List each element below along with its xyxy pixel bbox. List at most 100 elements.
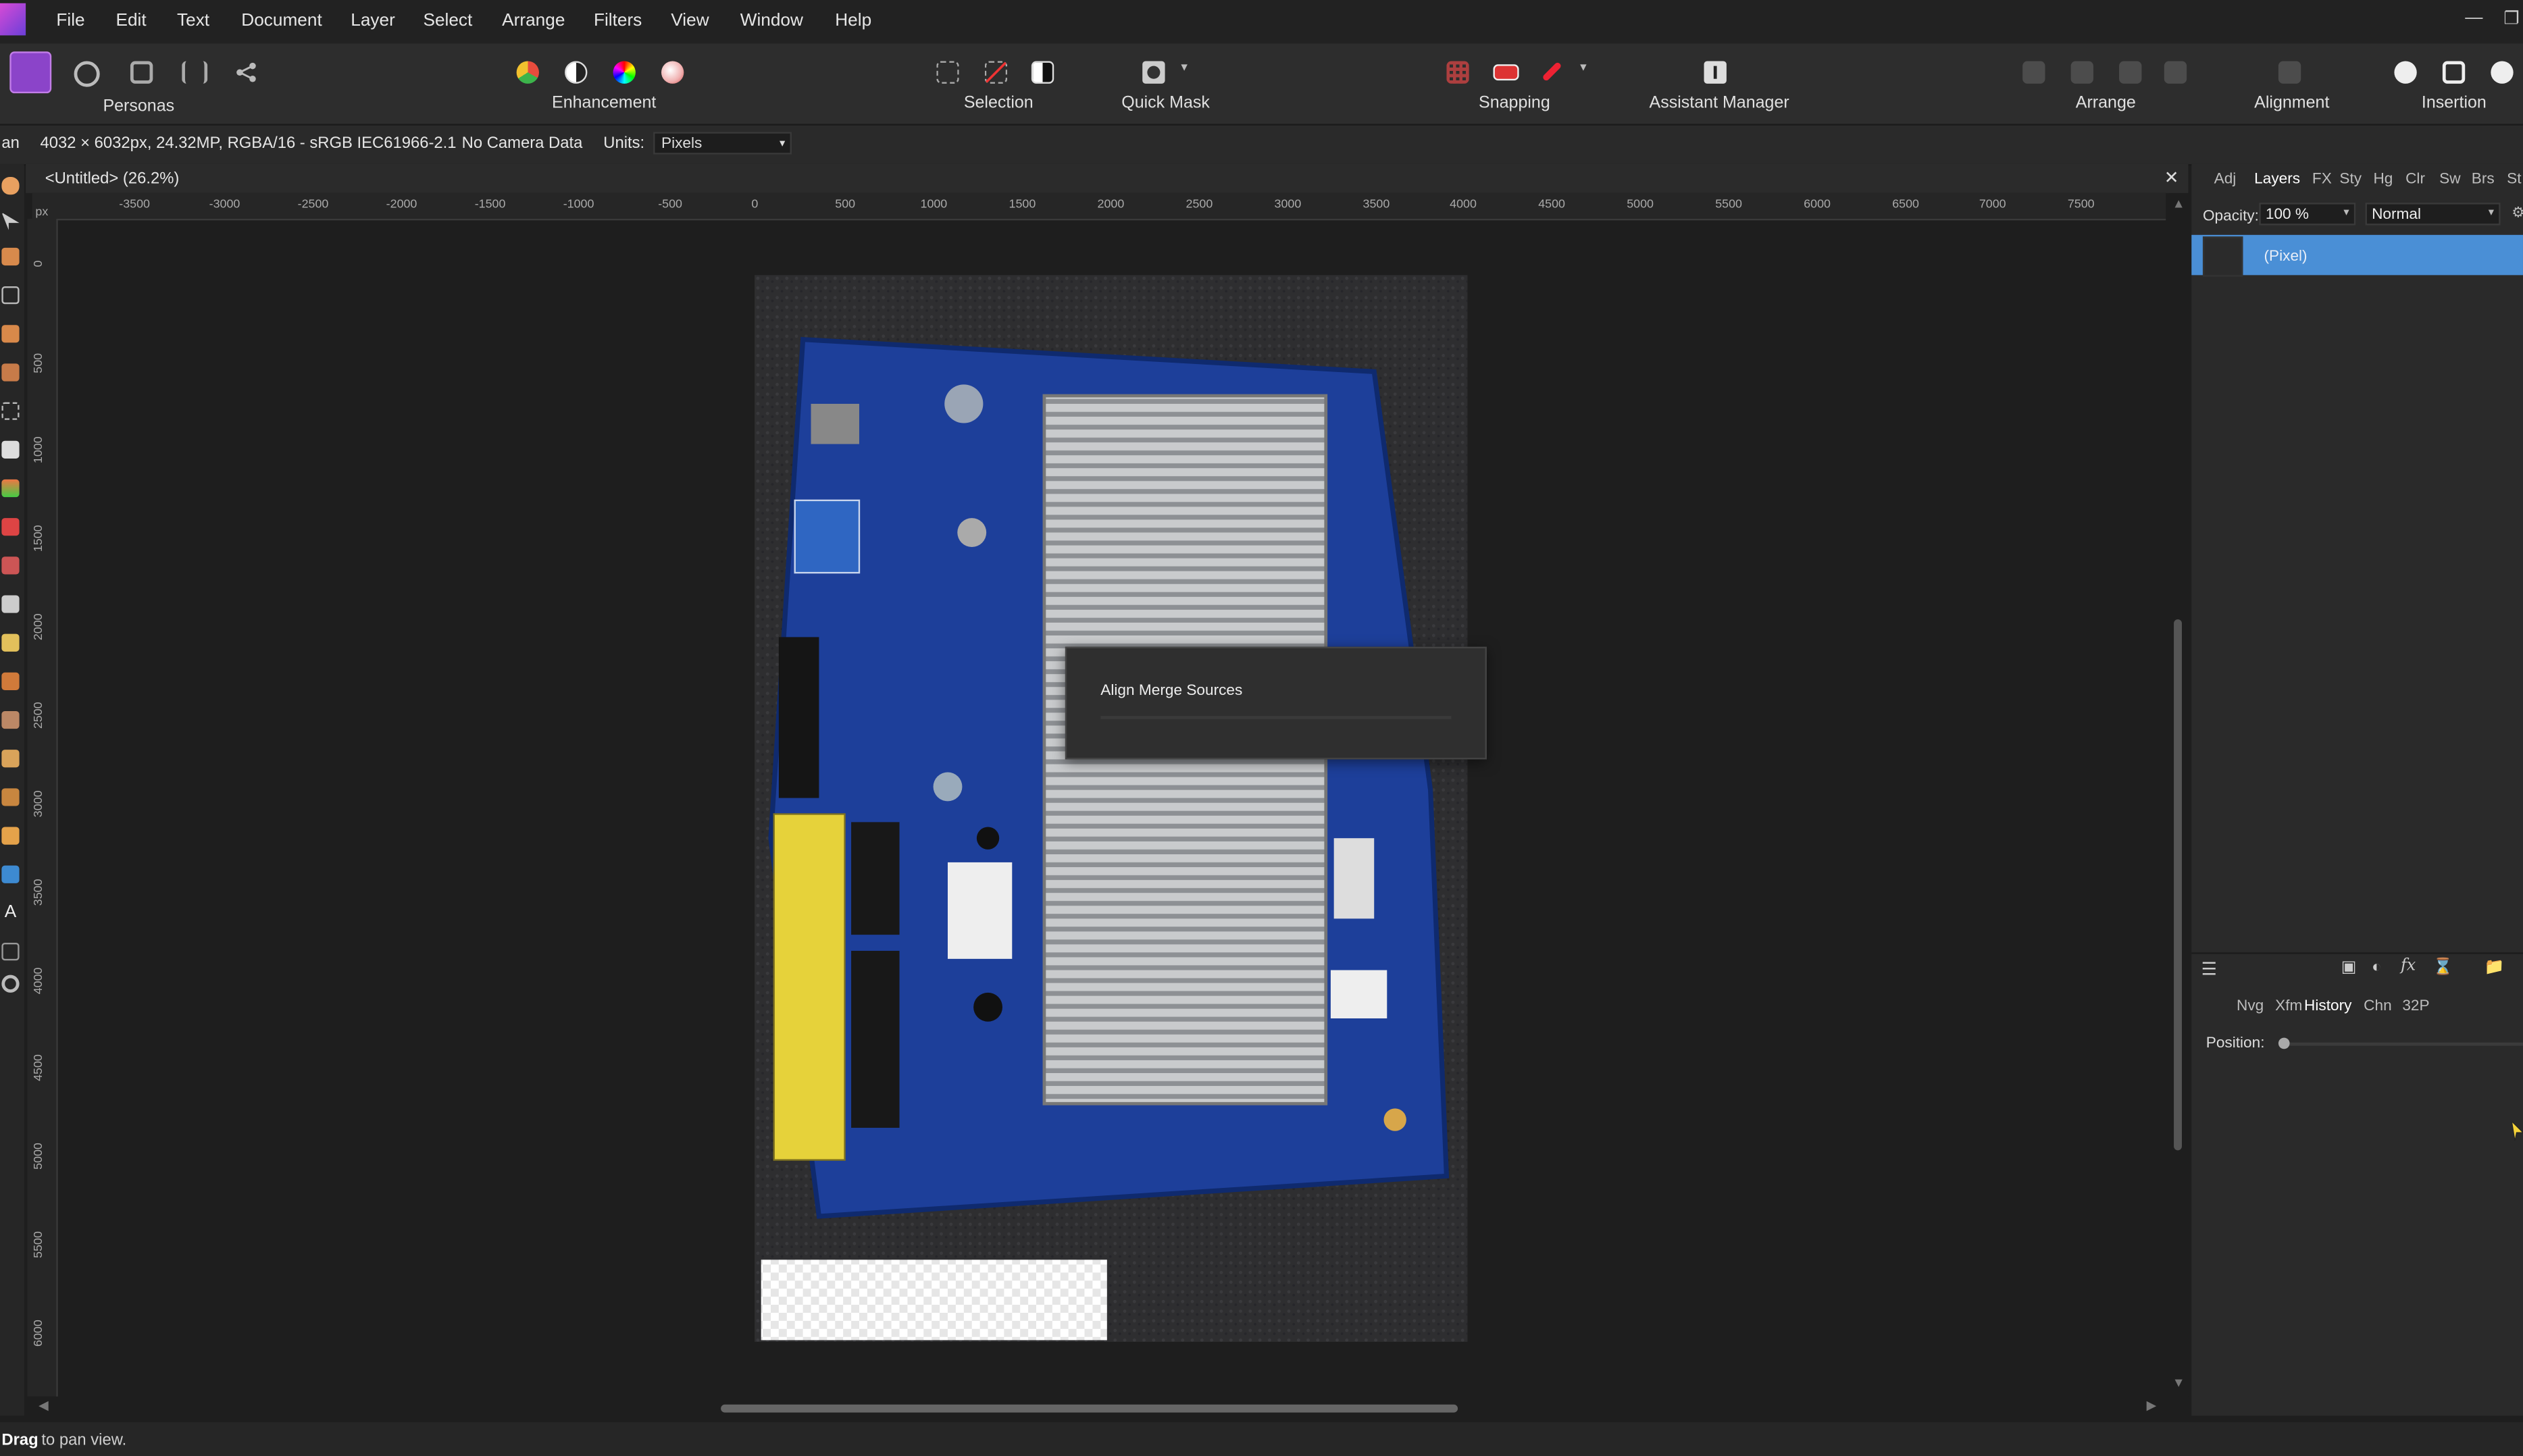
mask-layer-icon[interactable]: ▣ — [2341, 959, 2357, 977]
flood-select-tool-icon[interactable] — [1, 363, 20, 382]
quick-mask-dropdown-icon[interactable]: ▾ — [1181, 59, 1188, 74]
dodge-brush-tool-icon[interactable] — [1, 633, 20, 652]
tab-swatches[interactable]: Sw — [2439, 171, 2460, 188]
tab-layers[interactable]: Layers — [2254, 171, 2300, 188]
move-back-one-icon[interactable] — [2070, 61, 2093, 84]
photo-persona-icon[interactable] — [9, 51, 52, 94]
add-group-icon[interactable]: 📁 — [2484, 959, 2505, 977]
menu-view[interactable]: View — [671, 11, 709, 31]
crop-tool-icon[interactable] — [1, 286, 20, 305]
adjustment-layer-icon[interactable]: ◐ — [2372, 959, 2381, 977]
restore-icon[interactable]: ❐ — [2503, 8, 2520, 29]
tab-histogram[interactable]: Hg — [2373, 171, 2393, 188]
invert-pixel-selection-icon[interactable] — [1031, 61, 1054, 84]
export-persona-icon[interactable] — [235, 61, 257, 84]
menu-arrange[interactable]: Arrange — [502, 11, 565, 31]
zoom-tool-icon[interactable] — [1, 974, 20, 993]
shape-tool-icon[interactable] — [1, 865, 20, 883]
units-select[interactable]: Pixels ▾ — [653, 132, 792, 155]
vertical-scrollbar[interactable]: ▲ ▼ — [2168, 192, 2189, 1397]
scroll-left-icon[interactable]: ◀ — [39, 1398, 49, 1412]
blend-mode-select[interactable]: Normal ▾ — [2365, 203, 2501, 226]
flood-fill-tool-icon[interactable] — [1, 440, 20, 459]
move-tool-icon[interactable] — [1, 212, 20, 230]
horizontal-scrollbar[interactable]: ◀ ▶ — [39, 1398, 2166, 1416]
hand-tool-icon[interactable] — [1, 177, 20, 195]
live-filter-icon[interactable]: ⌛ — [2433, 959, 2453, 977]
tab-history[interactable]: History — [2304, 997, 2351, 1015]
vertical-ruler[interactable]: 0 500 1000 1500 2000 2500 3000 3500 4000… — [27, 218, 58, 1397]
paint-brush-tool-icon[interactable] — [1, 518, 20, 536]
tab-transform[interactable]: Xfm — [2275, 997, 2302, 1015]
menu-layer[interactable]: Layer — [351, 11, 395, 31]
tab-channels[interactable]: Chn — [2364, 997, 2392, 1015]
marquee-tool-icon[interactable] — [1, 402, 20, 420]
fx-icon[interactable]: fx — [2401, 957, 2416, 974]
tab-effects[interactable]: FX — [2312, 171, 2332, 188]
horizontal-ruler[interactable]: px -3500 -3000 -2500 -2000 -1500 -1000 -… — [32, 192, 2166, 221]
tab-color[interactable]: Clr — [2405, 171, 2425, 188]
clone-brush-tool-icon[interactable] — [1, 672, 20, 691]
menu-filters[interactable]: Filters — [594, 11, 642, 31]
insert-inside-icon[interactable] — [2491, 61, 2514, 84]
gear-icon[interactable]: ⚙ — [2512, 205, 2523, 222]
liquify-persona-icon[interactable] — [74, 61, 100, 87]
develop-persona-icon[interactable] — [130, 61, 153, 84]
scroll-down-icon[interactable]: ▼ — [2172, 1376, 2185, 1390]
menu-text[interactable]: Text — [177, 11, 209, 31]
snapping-dropdown-icon[interactable]: ▾ — [1580, 59, 1587, 74]
menu-window[interactable]: Window — [740, 11, 803, 31]
layers-stack-icon[interactable]: ☰ — [2201, 959, 2218, 980]
move-forward-one-icon[interactable] — [2119, 61, 2142, 84]
smudge-brush-tool-icon[interactable] — [1, 750, 20, 768]
scroll-up-icon[interactable]: ▲ — [2172, 197, 2185, 211]
alignment-icon[interactable] — [2278, 61, 2301, 84]
history-position-slider[interactable] — [2278, 1037, 2523, 1049]
text-tool-icon[interactable]: A — [1, 904, 19, 922]
deselect-icon[interactable] — [984, 61, 1008, 84]
tab-styles[interactable]: Sty — [2339, 171, 2362, 188]
tab-adjustments[interactable]: Adj — [2214, 171, 2237, 188]
history-slider-handle[interactable] — [2278, 1037, 2290, 1049]
menu-select[interactable]: Select — [423, 11, 472, 31]
tab-stock[interactable]: St — [2507, 171, 2521, 188]
red-eye-tool-icon[interactable] — [1, 710, 20, 729]
assistant-manager-icon[interactable] — [1704, 61, 1727, 84]
move-to-back-icon[interactable] — [2022, 61, 2045, 84]
pen-tool-icon[interactable] — [1, 827, 20, 845]
snapping-grid-icon[interactable] — [1446, 61, 1469, 84]
snapping-margins-icon[interactable] — [1493, 64, 1519, 81]
document-canvas[interactable] — [57, 220, 2166, 1397]
auto-white-balance-icon[interactable] — [661, 61, 684, 84]
auto-levels-icon[interactable] — [516, 61, 539, 84]
menu-edit[interactable]: Edit — [116, 11, 147, 31]
tab-brushes[interactable]: Brs — [2472, 171, 2495, 188]
menu-help[interactable]: Help — [835, 11, 871, 31]
quick-mask-icon[interactable] — [1142, 61, 1165, 84]
opacity-select[interactable]: 100 % ▾ — [2259, 203, 2356, 226]
auto-contrast-icon[interactable] — [565, 61, 588, 84]
tone-mapping-persona-icon[interactable] — [182, 61, 208, 84]
mesh-warp-tool-icon[interactable] — [1, 943, 20, 961]
select-all-icon[interactable] — [936, 61, 959, 84]
color-picker-tool-icon[interactable] — [1, 247, 20, 266]
close-document-icon[interactable]: ✕ — [2164, 167, 2179, 188]
menu-file[interactable]: File — [56, 11, 84, 31]
gradient-tool-icon[interactable] — [1, 479, 20, 498]
menu-document[interactable]: Document — [241, 11, 322, 31]
insert-top-icon[interactable] — [2442, 61, 2466, 84]
horizontal-scroll-thumb[interactable] — [721, 1404, 1458, 1413]
sharpen-brush-tool-icon[interactable] — [1, 788, 20, 806]
color-replacement-tool-icon[interactable] — [1, 556, 20, 575]
minimize-icon[interactable]: — — [2465, 8, 2482, 28]
selection-brush-tool-icon[interactable] — [1, 325, 20, 343]
move-to-front-icon[interactable] — [2164, 61, 2187, 84]
tab-navigator[interactable]: Nvg — [2237, 997, 2264, 1015]
insert-behind-icon[interactable] — [2394, 61, 2417, 84]
scroll-right-icon[interactable]: ▶ — [2147, 1398, 2157, 1412]
erase-brush-tool-icon[interactable] — [1, 595, 20, 613]
document-tab[interactable]: <Untitled> (26.2%) ✕ — [26, 163, 2189, 193]
auto-colors-icon[interactable] — [613, 61, 636, 84]
tab-32p[interactable]: 32P — [2402, 997, 2429, 1015]
layer-row[interactable]: (Pixel) — [2191, 234, 2523, 277]
